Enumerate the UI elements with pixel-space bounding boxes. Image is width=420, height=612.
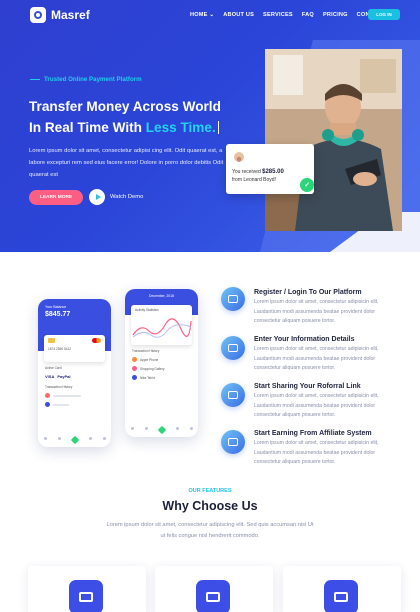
nav-item-about[interactable]: ABOUT US xyxy=(223,12,254,18)
support-icon xyxy=(324,580,358,612)
sender-avatar xyxy=(234,152,244,162)
list-dot-icon xyxy=(132,366,137,371)
register-icon xyxy=(221,287,245,311)
list-dot-icon xyxy=(45,402,50,407)
list-item: Apple Phone xyxy=(125,355,198,364)
hero-description: Lorem ipsum dolor sit amet, consectetur … xyxy=(29,148,224,178)
check-icon: ✓ xyxy=(300,178,314,192)
payment-icon xyxy=(196,580,230,612)
nav-item-faq[interactable]: FAQ xyxy=(302,12,314,18)
credit-card: 1874 2556 5412 xyxy=(44,335,105,362)
list-item xyxy=(38,391,111,400)
activity-chart: Activity Statistics xyxy=(131,305,192,345)
play-icon xyxy=(95,194,101,200)
notification-prefix: You received xyxy=(232,169,263,175)
feature-card[interactable] xyxy=(28,566,146,612)
hero-section: Masref HOME ⌄ ABOUT US SERVICES FAQ PRIC… xyxy=(0,0,420,252)
nav-item-pricing[interactable]: PRICING xyxy=(323,12,348,18)
main-menu: HOME ⌄ ABOUT US SERVICES FAQ PRICING CON… xyxy=(190,12,385,18)
feature-title-earning: Start Earning From Affiliate System xyxy=(254,430,372,437)
watch-demo-link[interactable]: Watch Demo xyxy=(110,194,143,200)
list-placeholder xyxy=(53,394,81,397)
hero-headline-line1: Transfer Money Across World xyxy=(29,99,221,114)
hero-eyebrow-text: Trusted Online Payment Platform xyxy=(44,76,142,83)
phone-tabbar xyxy=(125,425,198,435)
list-item-label: Nike Tshirt xyxy=(140,375,155,380)
features-eyebrow: OUR FEATURES xyxy=(188,488,232,494)
notification-sender: from Leonard Boyd! xyxy=(232,177,276,183)
balance-amount: $845.77 xyxy=(45,311,71,318)
stats-month: December, 2018 xyxy=(149,294,174,298)
earning-icon xyxy=(221,430,245,454)
active-card-label: Active Card xyxy=(45,366,62,370)
learn-more-button[interactable]: LEARN MORE xyxy=(29,190,83,205)
hero-photo xyxy=(265,49,402,231)
feature-title-register: Register / Login To Our Platform xyxy=(254,289,362,296)
feature-desc-information: Lorem ipsum dolor sit amet, consectetur … xyxy=(254,346,379,371)
list-dot-icon xyxy=(132,357,137,362)
notification-amount: $285.00 xyxy=(262,169,284,175)
list-item xyxy=(38,400,111,409)
wallet-icon xyxy=(69,580,103,612)
payment-brands: VISA PayPal xyxy=(38,372,111,381)
typing-caret xyxy=(217,121,219,134)
feature-desc-share: Lorem ipsum dolor sit amet, consectetur … xyxy=(254,393,379,418)
list-dot-icon xyxy=(132,375,137,380)
top-navigation: Masref HOME ⌄ ABOUT US SERVICES FAQ PRIC… xyxy=(0,0,420,30)
nav-item-home[interactable]: HOME ⌄ xyxy=(190,12,214,18)
hero-headline-accent: Less Time. xyxy=(145,120,216,135)
hero-headline-prefix: In Real Time With xyxy=(29,120,146,135)
why-choose-us-title: Why Choose Us xyxy=(162,499,258,513)
paypal-logo: PayPal xyxy=(57,374,71,379)
feature-card[interactable] xyxy=(283,566,401,612)
share-link-icon xyxy=(221,383,245,407)
brand-logo[interactable]: Masref xyxy=(30,7,90,23)
hero-headline-line2: In Real Time With Less Time. xyxy=(29,120,219,135)
feature-card[interactable] xyxy=(155,566,273,612)
visa-logo: VISA xyxy=(45,374,55,379)
list-item-label: Shopping Gallery xyxy=(140,366,165,371)
card-chip-icon xyxy=(48,338,55,343)
brand-name: Masref xyxy=(51,8,90,22)
phone-mockup-statistics: December, 2018 Activity Statistics Trans… xyxy=(125,289,198,437)
mastercard-icon xyxy=(92,338,101,343)
logo-icon xyxy=(30,7,46,23)
eyebrow-line xyxy=(30,78,40,81)
transaction-history-label: Transaction History xyxy=(45,385,73,389)
phone-tabbar xyxy=(38,435,111,445)
phone-mockup-wallet: Your Balance $845.77 1874 2556 5412 Acti… xyxy=(38,299,111,447)
balance-label: Your Balance xyxy=(45,305,67,309)
list-dot-icon xyxy=(45,393,50,398)
feature-title-information: Enter Your Information Details xyxy=(254,336,355,343)
list-item: Shopping Gallery xyxy=(125,364,198,373)
transaction-history-label: Transaction History xyxy=(132,349,160,353)
list-item-label: Apple Phone xyxy=(140,357,159,362)
card-number: 1874 2556 5412 xyxy=(48,347,72,351)
list-placeholder xyxy=(53,403,69,406)
activity-sparkline xyxy=(132,318,192,338)
play-video-button[interactable] xyxy=(89,189,105,205)
hero-eyebrow: Trusted Online Payment Platform xyxy=(30,76,142,83)
nav-item-services[interactable]: SERVICES xyxy=(263,12,293,18)
information-icon xyxy=(221,336,245,360)
list-item: Nike Tshirt xyxy=(125,373,198,382)
why-choose-us-description: Lorem ipsum dolor sit amet, consectetur … xyxy=(106,522,314,539)
notification-text: You received $285.00 from Leonard Boyd! xyxy=(232,168,284,184)
login-button[interactable]: LOG IN xyxy=(368,9,400,20)
feature-desc-earning: Lorem ipsum dolor sit amet, consectetur … xyxy=(254,440,379,465)
feature-desc-register: Lorem ipsum dolor sit amet, consectetur … xyxy=(254,299,379,324)
feature-title-share: Start Sharing Your Roforral Link xyxy=(254,383,361,390)
activity-chart-label: Activity Statistics xyxy=(135,308,159,312)
